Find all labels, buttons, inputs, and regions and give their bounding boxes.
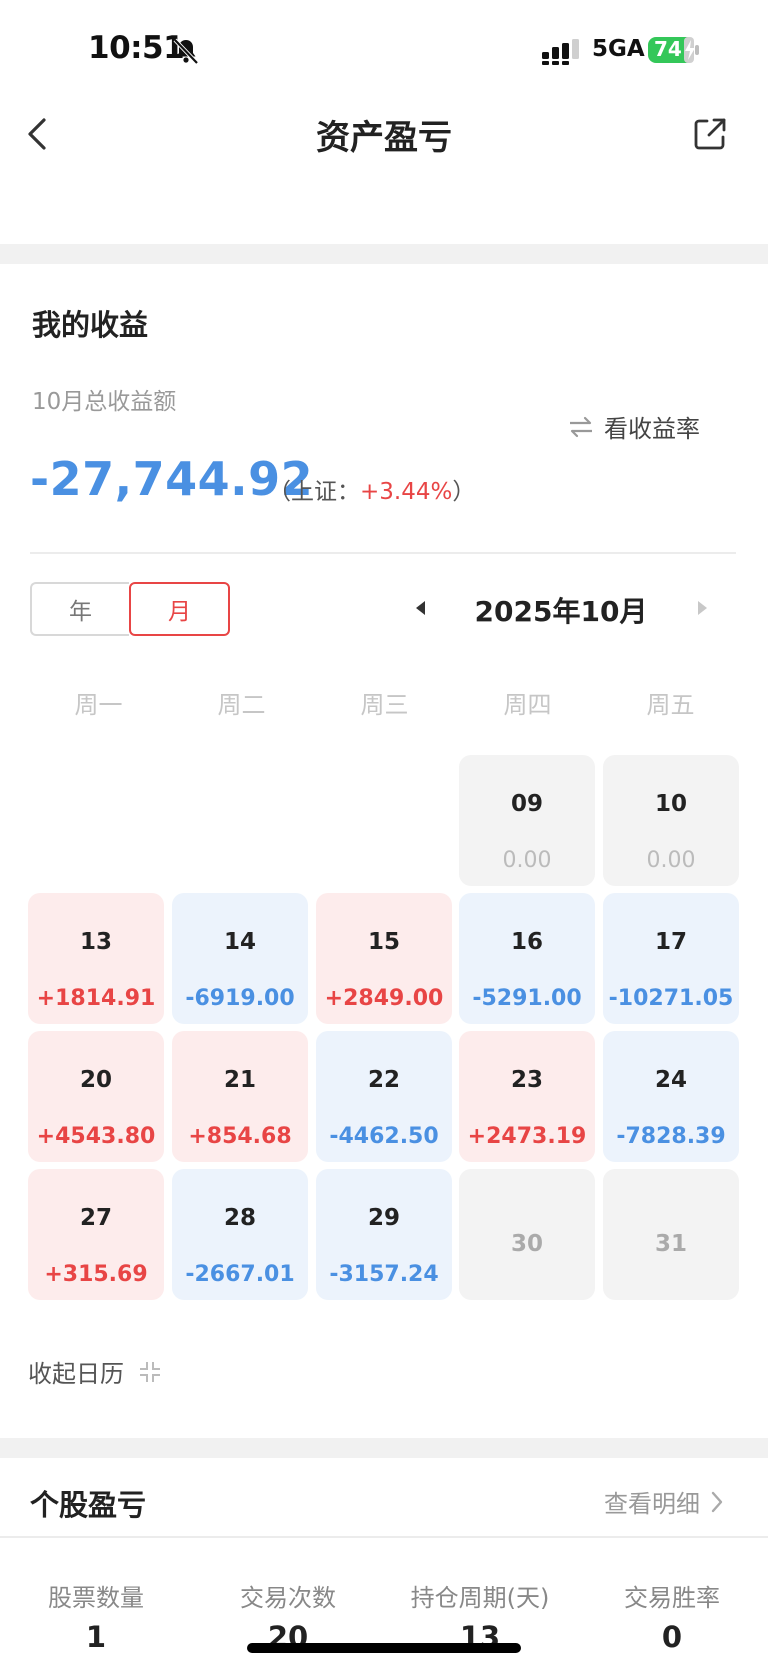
day-pnl: +4543.80 [36,1124,156,1149]
day-number: 24 [654,1067,687,1093]
toggle-month[interactable]: 月 [129,582,230,636]
share-icon[interactable] [692,116,728,152]
next-month-icon[interactable] [695,598,711,618]
day-number: 28 [223,1205,256,1231]
calendar-day[interactable]: 23 +2473.19 [459,1031,595,1162]
charging-bolt-icon [685,40,695,60]
day-number: 14 [223,929,256,955]
day-pnl: +854.68 [188,1124,292,1149]
day-pnl: -4462.50 [329,1124,439,1149]
index-percent: +3.44% [360,479,453,505]
battery-icon: 74 [648,36,700,64]
calendar-day[interactable]: 22 -4462.50 [316,1031,452,1162]
index-comparison: （上证：+3.44%） [268,472,475,506]
calendar-day[interactable]: 27 +315.69 [28,1169,164,1300]
stat-value: 1 [85,1620,107,1654]
calendar-day[interactable]: 30 [459,1169,595,1300]
earnings-section-title: 我的收益 [32,308,149,342]
divider [30,552,736,554]
weekday-mon: 周一 [74,691,123,719]
day-pnl: -5291.00 [472,986,582,1011]
day-number: 31 [654,1231,687,1257]
day-pnl: 0.00 [646,848,696,873]
calendar-day[interactable]: 29 -3157.24 [316,1169,452,1300]
period-toggle: 年 月 [30,582,230,636]
stat-value: 0 [661,1620,683,1654]
status-time: 10:51 [88,30,185,66]
calendar-day[interactable]: 21 +854.68 [172,1031,308,1162]
stat-label: 交易次数 [240,1584,336,1612]
calendar-day[interactable]: 15 +2849.00 [316,893,452,1024]
toggle-year[interactable]: 年 [30,582,129,636]
day-number: 22 [367,1067,400,1093]
weekday-wed: 周三 [360,691,409,719]
calendar-day[interactable]: 17 -10271.05 [603,893,739,1024]
day-pnl: -10271.05 [608,986,734,1011]
index-prefix: （上证： [268,479,360,505]
stat-label: 持仓周期(天) [410,1584,550,1612]
bell-muted-icon [173,38,199,65]
page-title: 资产盈亏 [316,118,452,158]
divider [0,1536,768,1538]
day-number: 16 [510,929,543,955]
calendar-day[interactable]: 14 -6919.00 [172,893,308,1024]
day-pnl: 0.00 [502,848,552,873]
calendar-day[interactable]: 10 0.00 [603,755,739,886]
section-separator [0,1438,768,1458]
weekday-tue: 周二 [217,691,266,719]
calendar-day[interactable]: 28 -2667.01 [172,1169,308,1300]
index-suffix: ） [452,479,476,505]
calendar-day[interactable]: 16 -5291.00 [459,893,595,1024]
home-indicator [247,1643,521,1653]
collapse-calendar-label: 收起日历 [28,1360,124,1388]
day-number: 29 [367,1205,400,1231]
weekday-thu: 周四 [503,691,552,719]
day-pnl: -7828.39 [616,1124,726,1149]
stat-label: 股票数量 [48,1584,144,1612]
calendar-day[interactable]: 20 +4543.80 [28,1031,164,1162]
section-separator [0,244,768,264]
calendar-day[interactable]: 13 +1814.91 [28,893,164,1024]
day-number: 30 [510,1231,543,1257]
day-pnl: -3157.24 [329,1262,439,1287]
day-number: 27 [79,1205,112,1231]
day-pnl: +315.69 [44,1262,148,1287]
day-pnl: +1814.91 [36,986,156,1011]
swap-icon [570,416,592,437]
collapse-icon [140,1361,160,1382]
day-pnl: -6919.00 [185,986,295,1011]
chevron-right-icon [711,1491,723,1512]
current-month-label: 2025年10月 [474,595,648,628]
calendar-day[interactable]: 09 0.00 [459,755,595,886]
day-pnl: +2849.00 [324,986,444,1011]
day-number: 15 [367,929,400,955]
day-pnl: +2473.19 [467,1124,587,1149]
weekday-fri: 周五 [646,691,695,719]
day-number: 09 [510,791,543,817]
calendar-day[interactable]: 31 [603,1169,739,1300]
day-number: 23 [510,1067,543,1093]
day-number: 10 [654,791,687,817]
switch-rate-label: 看收益率 [604,415,700,443]
stat-label: 交易胜率 [624,1584,720,1612]
view-details-label: 查看明细 [604,1490,700,1518]
calendar-day[interactable]: 24 -7828.39 [603,1031,739,1162]
day-number: 21 [223,1067,256,1093]
day-number: 20 [79,1067,112,1093]
prev-month-icon[interactable] [412,598,428,618]
month-total-label: 10月总收益额 [32,389,177,415]
battery-level: 74 [654,37,682,61]
day-number: 13 [79,929,112,955]
switch-rate-button[interactable]: 看收益率 [568,409,700,444]
view-details-link[interactable]: 查看明细 [604,1484,724,1519]
network-type: 5GA [592,36,645,62]
day-pnl: -2667.01 [185,1262,295,1287]
collapse-calendar-button[interactable]: 收起日历 [28,1354,162,1389]
signal-icon [542,39,579,65]
day-number: 17 [654,929,687,955]
stocks-section-title: 个股盈亏 [30,1488,147,1522]
